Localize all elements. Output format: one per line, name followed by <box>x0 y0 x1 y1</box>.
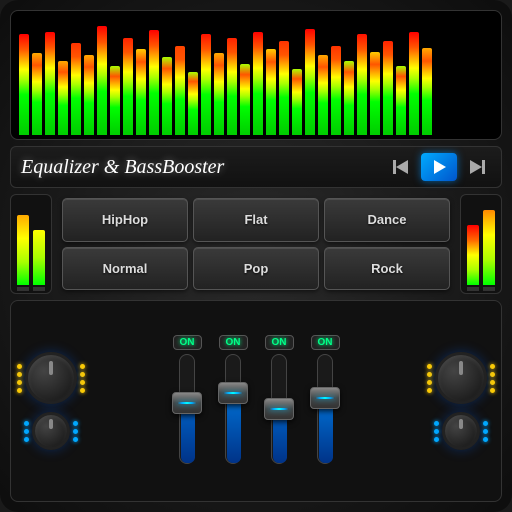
eq-bar-14 <box>201 34 211 135</box>
fader-track-2 <box>225 354 241 464</box>
preset-dance[interactable]: Dance <box>324 198 450 242</box>
eq-bar-15 <box>214 53 224 135</box>
eq-bar-22 <box>305 29 315 135</box>
fader-handle-2[interactable] <box>218 382 248 404</box>
preset-hiphop[interactable]: HipHop <box>62 198 188 242</box>
eq-bar-3 <box>58 61 68 135</box>
right-top-knob[interactable] <box>435 352 487 404</box>
on-badge-1[interactable]: ON <box>173 335 202 350</box>
eq-bar-12 <box>175 46 185 135</box>
eq-bar-9 <box>136 49 146 135</box>
eq-bar-28 <box>383 41 393 135</box>
eq-bar-6 <box>97 26 107 135</box>
preset-flat[interactable]: Flat <box>193 198 319 242</box>
prev-button[interactable] <box>387 153 415 181</box>
left-bottom-knob[interactable] <box>32 412 70 450</box>
middle-section: HipHop Flat Dance Normal Pop Rock <box>10 194 502 294</box>
fader-channel-2: ON <box>215 335 251 464</box>
eq-bar-30 <box>409 32 419 135</box>
eq-bar-20 <box>279 41 289 135</box>
fader-handle-1[interactable] <box>172 392 202 414</box>
fader-handle-4[interactable] <box>310 387 340 409</box>
header: Equalizer & BassBooster <box>10 146 502 188</box>
eq-bar-27 <box>370 52 380 135</box>
eq-bar-16 <box>227 38 237 135</box>
mixer-section: ON ON ON <box>10 300 502 502</box>
eq-bar-29 <box>396 66 406 135</box>
right-bottom-knob[interactable] <box>442 412 480 450</box>
eq-bar-19 <box>266 49 276 135</box>
eq-bar-11 <box>162 57 172 135</box>
fader-handle-3[interactable] <box>264 398 294 420</box>
fader-track-1 <box>179 354 195 464</box>
eq-bar-5 <box>84 55 94 135</box>
fader-channel-3: ON <box>261 335 297 464</box>
eq-bar-17 <box>240 64 250 135</box>
preset-rock[interactable]: Rock <box>324 247 450 291</box>
preset-pop[interactable]: Pop <box>193 247 319 291</box>
app-title: Equalizer & BassBooster <box>21 156 224 179</box>
eq-bar-24 <box>331 46 341 135</box>
eq-bar-4 <box>71 43 81 135</box>
on-badge-3[interactable]: ON <box>265 335 294 350</box>
fader-channel-4: ON <box>307 335 343 464</box>
eq-bar-31 <box>422 48 432 135</box>
on-badge-2[interactable]: ON <box>219 335 248 350</box>
eq-bar-13 <box>188 72 198 135</box>
preset-grid: HipHop Flat Dance Normal Pop Rock <box>58 194 454 294</box>
fader-track-4 <box>317 354 333 464</box>
left-meters <box>10 194 52 294</box>
eq-bar-2 <box>45 32 55 135</box>
eq-visualizer <box>10 10 502 140</box>
next-button[interactable] <box>463 153 491 181</box>
eq-bar-23 <box>318 55 328 135</box>
right-meters <box>460 194 502 294</box>
eq-bar-7 <box>110 66 120 135</box>
eq-bar-8 <box>123 38 133 135</box>
fader-channel-1: ON <box>169 335 205 464</box>
eq-bar-21 <box>292 69 302 135</box>
faders-area: ON ON ON <box>91 335 421 468</box>
eq-bar-10 <box>149 30 159 135</box>
on-badge-4[interactable]: ON <box>311 335 340 350</box>
left-top-knob[interactable] <box>25 352 77 404</box>
header-controls <box>387 153 491 181</box>
right-knob-container <box>427 352 495 450</box>
eq-bar-1 <box>32 53 42 135</box>
play-button[interactable] <box>421 153 457 181</box>
eq-bar-18 <box>253 32 263 135</box>
fader-track-3 <box>271 354 287 464</box>
eq-bar-26 <box>357 34 367 135</box>
left-knob-container <box>17 352 85 450</box>
preset-normal[interactable]: Normal <box>62 247 188 291</box>
app-container: Equalizer & BassBooster <box>0 0 512 512</box>
eq-bar-0 <box>19 34 29 135</box>
eq-bar-25 <box>344 61 354 135</box>
